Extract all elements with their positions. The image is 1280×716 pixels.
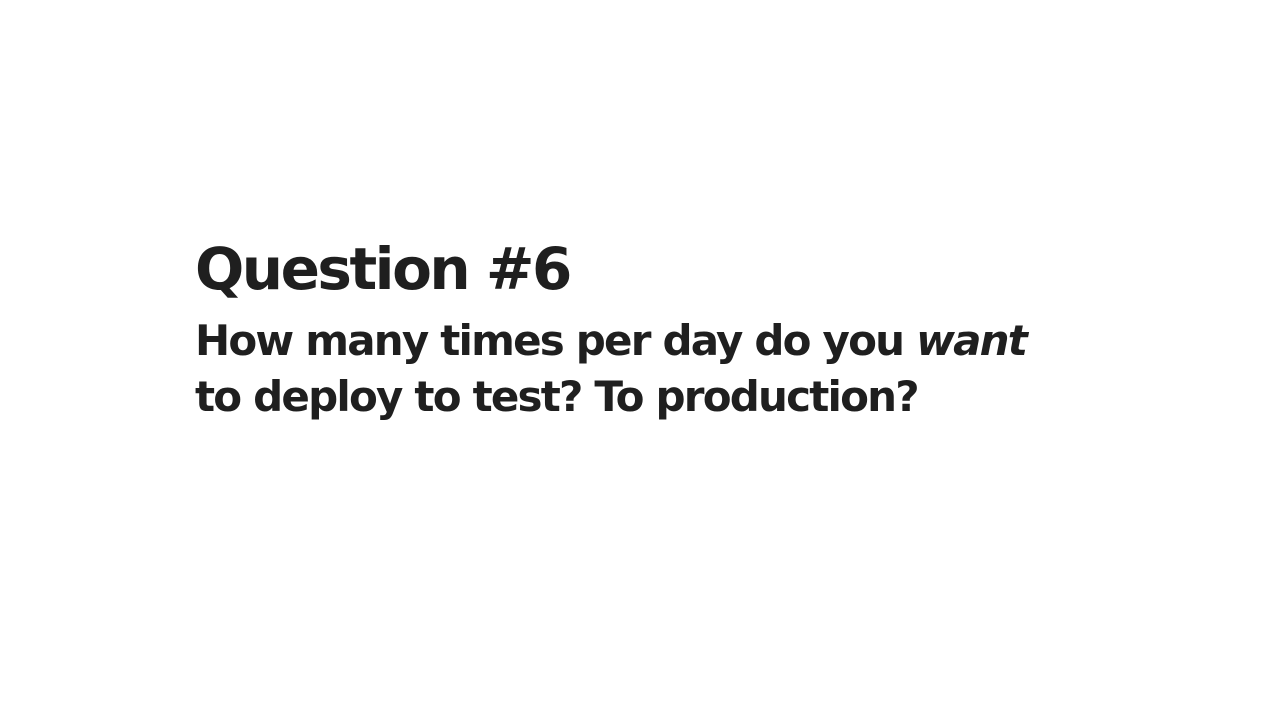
question-text: How many times per day do you want to de… [195,313,1155,425]
question-line-1-text: How many times per day do you [195,316,917,365]
slide: Question #6 How many times per day do yo… [0,0,1280,716]
slide-title: Question #6 [195,235,572,303]
question-emphasis: want [916,316,1028,365]
question-line-2: to deploy to test? To production? [195,372,920,421]
slide-content: Question #6 How many times per day do yo… [195,236,1155,425]
question-line-1: How many times per day do you want [195,313,1155,369]
